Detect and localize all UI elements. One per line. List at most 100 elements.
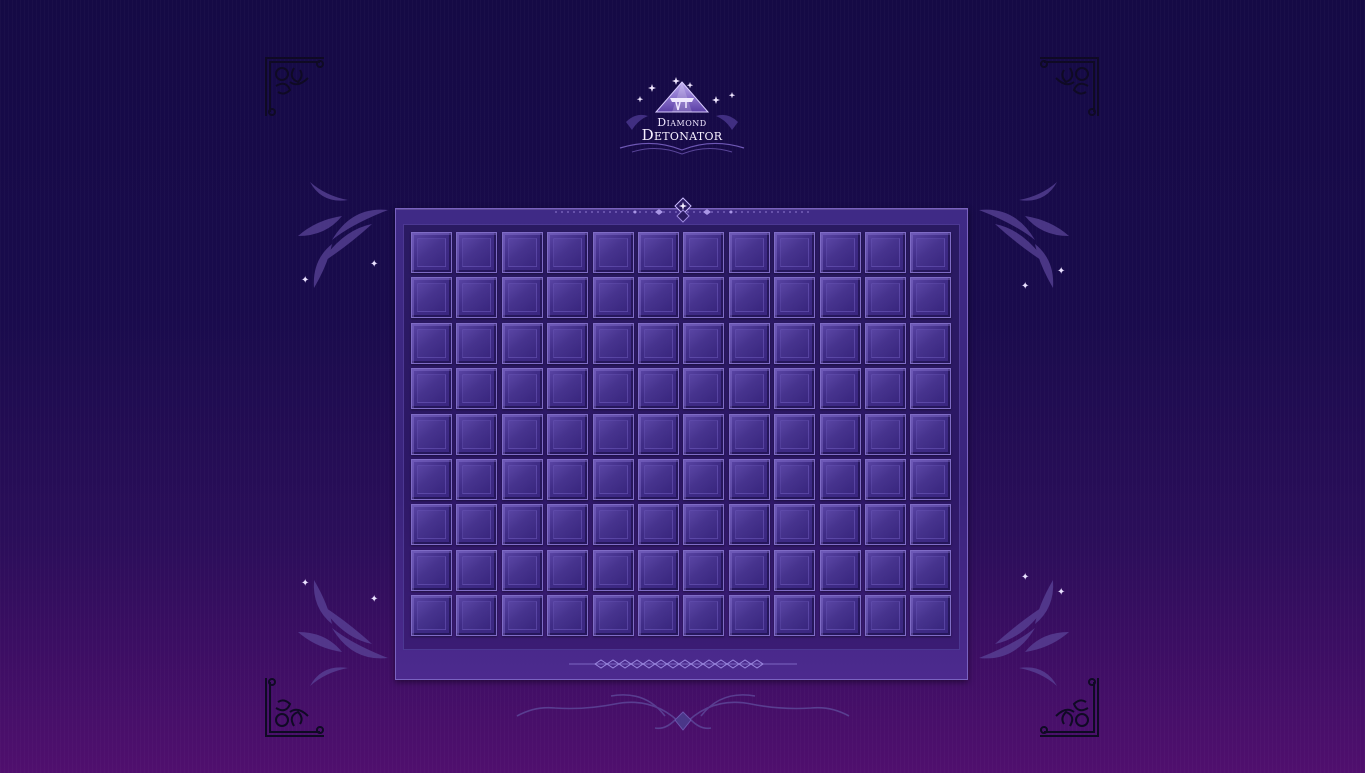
board-cell[interactable] [728,595,770,637]
board-cell[interactable] [683,504,725,546]
board-cell[interactable] [728,413,770,455]
board-cell[interactable] [774,549,816,591]
board-cell[interactable] [910,413,952,455]
board-cell[interactable] [637,458,679,500]
board-cell[interactable] [910,368,952,410]
board-cell[interactable] [637,277,679,319]
board-cell[interactable] [728,232,770,273]
board-cell[interactable] [728,368,770,410]
board-cell[interactable] [819,368,861,410]
board-cell[interactable] [864,277,906,319]
board-cell[interactable] [637,368,679,410]
board-cell[interactable] [592,368,634,410]
board-cell[interactable] [411,322,452,364]
board-cell[interactable] [864,549,906,591]
board-cell[interactable] [456,322,498,364]
board-cell[interactable] [774,232,816,273]
board-cell[interactable] [501,595,543,637]
board-cell[interactable] [819,504,861,546]
board-cell[interactable] [592,595,634,637]
board-cell[interactable] [683,277,725,319]
board-cell[interactable] [456,504,498,546]
board-cell[interactable] [411,277,452,319]
board-cell[interactable] [501,413,543,455]
board-cell[interactable] [501,232,543,273]
board-cell[interactable] [456,232,498,273]
board-cell[interactable] [411,232,452,273]
board-cell[interactable] [819,595,861,637]
board-cell[interactable] [411,549,452,591]
board-cell[interactable] [774,368,816,410]
board-cell[interactable] [774,504,816,546]
board-cell[interactable] [819,322,861,364]
board-cell[interactable] [774,595,816,637]
board-cell[interactable] [910,277,952,319]
board-cell[interactable] [547,595,589,637]
board-cell[interactable] [774,322,816,364]
board-cell[interactable] [501,504,543,546]
board-cell[interactable] [728,322,770,364]
board-cell[interactable] [456,277,498,319]
board-cell[interactable] [456,549,498,591]
board-cell[interactable] [683,368,725,410]
board-cell[interactable] [547,232,589,273]
board-cell[interactable] [411,413,452,455]
board-cell[interactable] [683,413,725,455]
board-cell[interactable] [910,504,952,546]
board-cell[interactable] [728,277,770,319]
board-cell[interactable] [547,458,589,500]
board-cell[interactable] [501,458,543,500]
board-cell[interactable] [864,232,906,273]
board-cell[interactable] [637,549,679,591]
board-cell[interactable] [637,504,679,546]
board-cell[interactable] [864,595,906,637]
board-cell[interactable] [819,458,861,500]
board-cell[interactable] [501,277,543,319]
board-cell[interactable] [637,322,679,364]
board-cell[interactable] [728,504,770,546]
board-cell[interactable] [728,458,770,500]
board-cell[interactable] [592,232,634,273]
board-cell[interactable] [592,504,634,546]
board-cell[interactable] [774,413,816,455]
board-cell[interactable] [683,232,725,273]
board-cell[interactable] [910,549,952,591]
board-cell[interactable] [819,232,861,273]
board-cell[interactable] [411,368,452,410]
board-cell[interactable] [592,549,634,591]
board-cell[interactable] [819,277,861,319]
board-cell[interactable] [456,458,498,500]
board-cell[interactable] [547,277,589,319]
board-cell[interactable] [501,549,543,591]
board-cell[interactable] [774,458,816,500]
board-cell[interactable] [910,595,952,637]
board-cell[interactable] [683,595,725,637]
board-cell[interactable] [547,549,589,591]
board-cell[interactable] [637,232,679,273]
board-cell[interactable] [592,322,634,364]
board-cell[interactable] [547,368,589,410]
board-cell[interactable] [411,595,452,637]
board-cell[interactable] [910,232,952,273]
board-cell[interactable] [864,458,906,500]
board-cell[interactable] [637,413,679,455]
board-cell[interactable] [910,322,952,364]
board-cell[interactable] [637,595,679,637]
board-cell[interactable] [864,368,906,410]
board-cell[interactable] [456,595,498,637]
board-cell[interactable] [864,504,906,546]
board-cell[interactable] [547,504,589,546]
board-cell[interactable] [683,549,725,591]
board-cell[interactable] [774,277,816,319]
board-cell[interactable] [501,368,543,410]
board-cell[interactable] [864,322,906,364]
board-cell[interactable] [456,368,498,410]
board-cell[interactable] [411,458,452,500]
board-cell[interactable] [592,413,634,455]
board-cell[interactable] [819,413,861,455]
board-cell[interactable] [910,458,952,500]
board-cell[interactable] [547,413,589,455]
board-cell[interactable] [456,413,498,455]
board-cell[interactable] [683,458,725,500]
board-cell[interactable] [501,322,543,364]
